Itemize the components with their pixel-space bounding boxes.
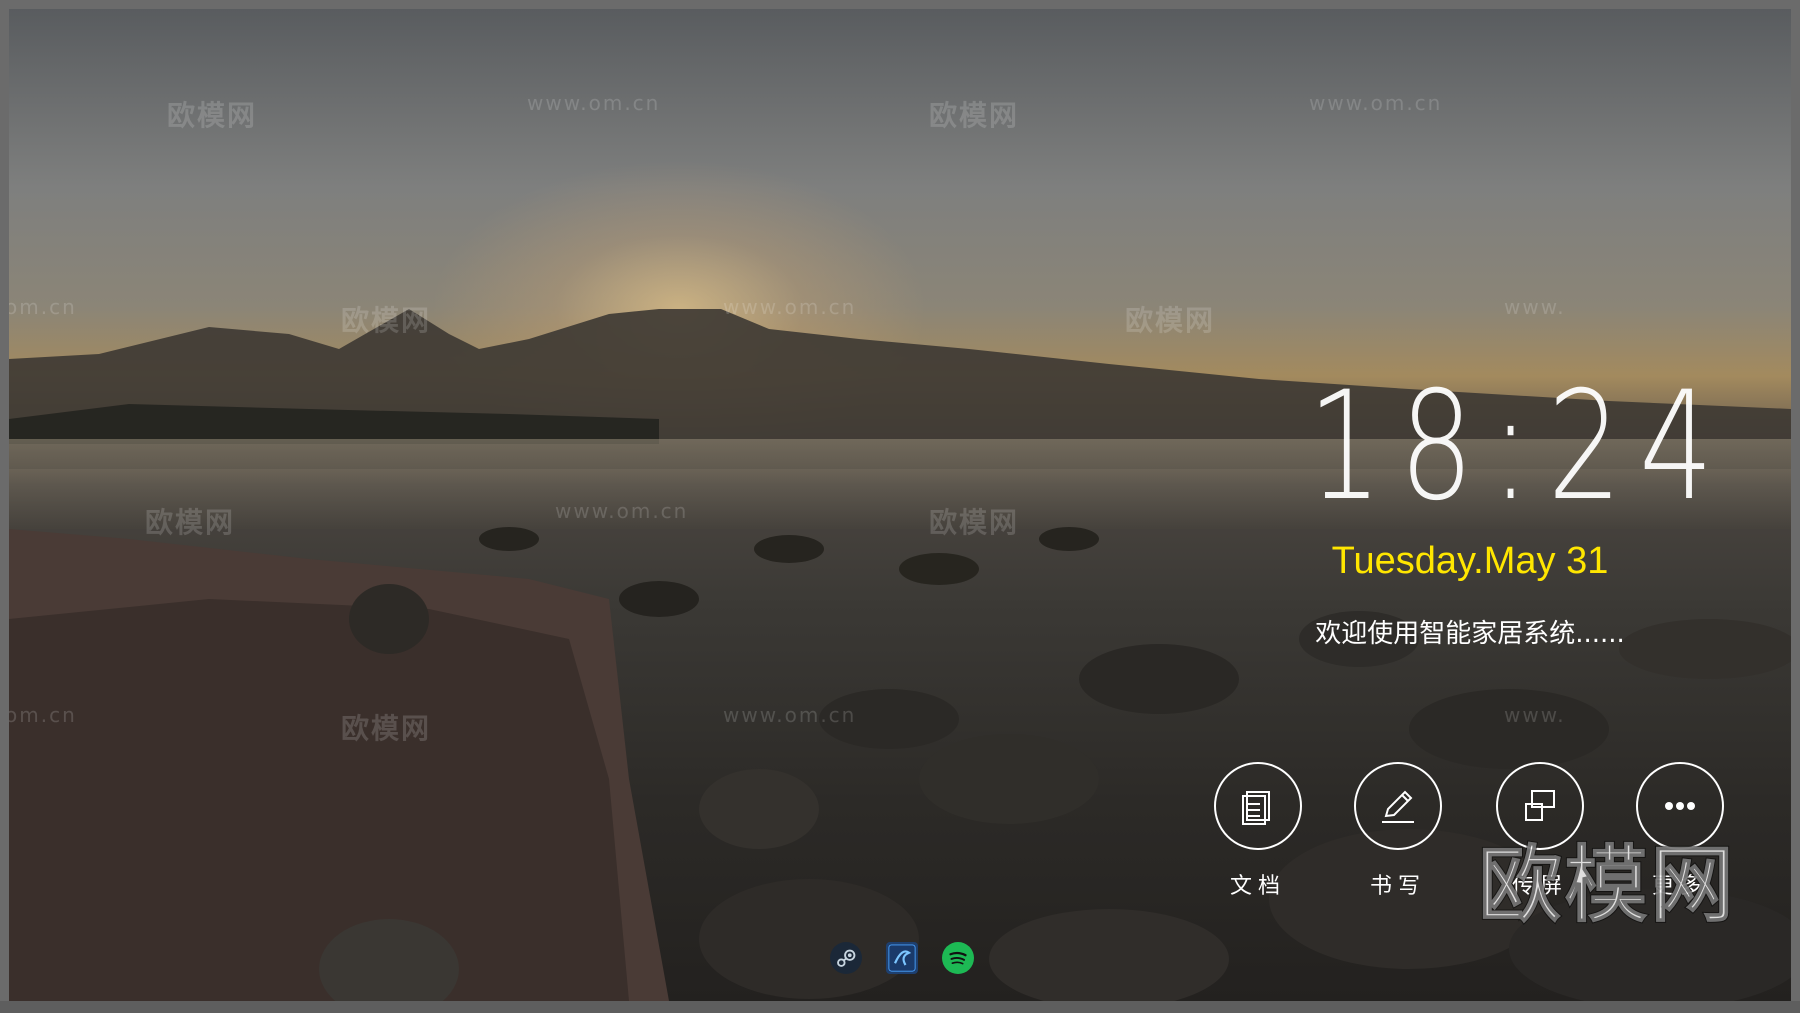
watermark-url: www. <box>1504 295 1566 319</box>
app-glyph <box>888 944 916 972</box>
watermark-url: om.cn <box>9 295 77 319</box>
steam-glyph <box>831 943 861 973</box>
watermark-text: 欧模网 <box>929 506 1020 539</box>
clock-time: 18:24 <box>1248 372 1714 522</box>
watermark-logo: 欧模网 <box>1477 835 1737 935</box>
watermark-url: www.om.cn <box>527 91 661 115</box>
watermark-url: www.om.cn <box>1309 91 1443 115</box>
welcome-message: 欢迎使用智能家居系统...... <box>1315 619 1625 649</box>
screen-bezel <box>0 1001 1800 1013</box>
watermark-url: om.cn <box>9 703 77 727</box>
watermark-text: 欧模网 <box>1125 304 1216 337</box>
write-button[interactable]: 书写 <box>1350 762 1446 900</box>
document-button-circle[interactable] <box>1214 762 1302 850</box>
clock-digits: 18:24 <box>1307 360 1731 534</box>
watermark-url: www.om.cn <box>555 499 689 523</box>
pen-icon <box>1382 790 1414 823</box>
watermark-text: 欧模网 <box>341 304 432 337</box>
write-button-circle[interactable] <box>1354 762 1442 850</box>
watermark-url: www.om.cn <box>723 295 857 319</box>
watermark-text: 欧模网 <box>929 99 1020 132</box>
watermark-url: www.om.cn <box>723 703 857 727</box>
document-icon <box>1242 791 1270 825</box>
watermark-url: www. <box>1504 703 1566 727</box>
write-label: 书写 <box>1369 874 1426 899</box>
watermark-text: 欧模网 <box>167 99 258 132</box>
date-label: Tuesday.May 31 <box>1331 540 1609 582</box>
app-icon[interactable] <box>886 942 918 974</box>
spotify-icon[interactable] <box>942 942 974 974</box>
steam-icon[interactable] <box>830 942 862 974</box>
spotify-glyph <box>943 943 973 973</box>
document-button[interactable]: 文档 <box>1210 762 1306 900</box>
document-label: 文档 <box>1229 874 1286 899</box>
watermark-text: 欧模网 <box>341 712 432 745</box>
watermark-text: 欧模网 <box>145 506 236 539</box>
app-dock <box>822 940 982 976</box>
